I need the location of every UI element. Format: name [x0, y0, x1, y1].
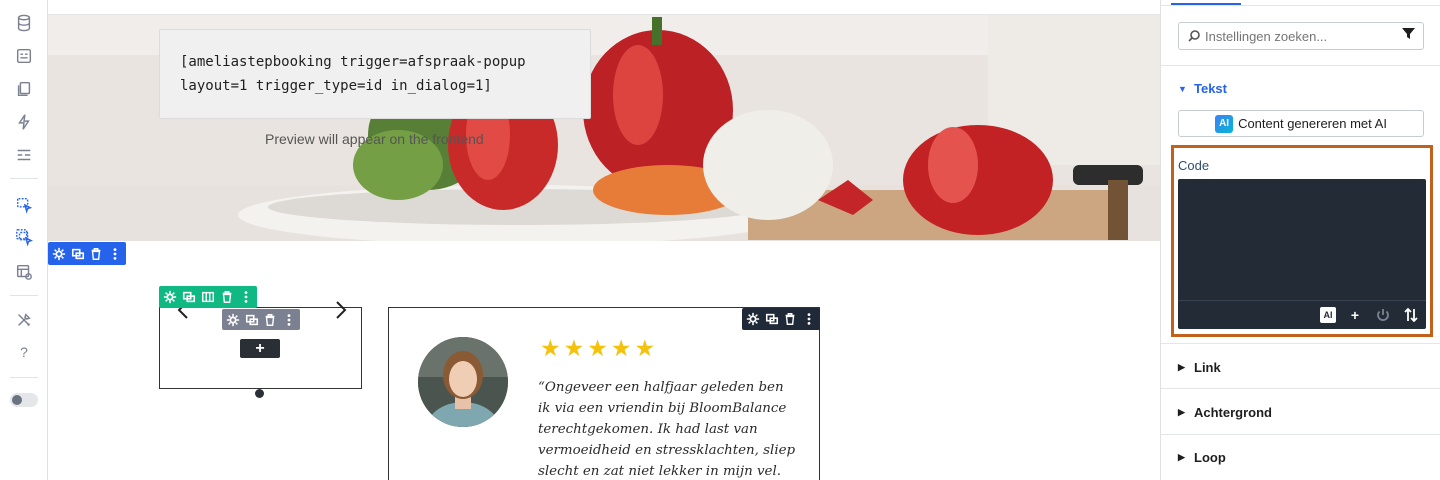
element-select-icon[interactable]: [14, 195, 34, 215]
duplicate-icon[interactable]: [71, 246, 86, 262]
multi-select-icon[interactable]: [14, 227, 34, 247]
carousel-dot[interactable]: [255, 389, 264, 398]
delete-icon[interactable]: [219, 289, 234, 305]
section-label: Loop: [1194, 450, 1226, 465]
caret-right-icon: ▶: [1178, 452, 1185, 462]
toggle-knob: [12, 395, 22, 405]
code-field-highlight: Code AI +: [1171, 145, 1433, 337]
section-achtergrond-header[interactable]: ▶ Achtergrond: [1178, 405, 1272, 420]
ai-icon: AI: [1215, 114, 1234, 133]
hero-section[interactable]: [ameliastepbooking trigger=afspraak-popu…: [48, 15, 1160, 241]
duplicate-icon[interactable]: [765, 311, 780, 327]
section-link-header[interactable]: ▶ Link: [1178, 360, 1221, 375]
section-toolbar: [48, 242, 126, 265]
lightning-icon[interactable]: [14, 112, 34, 132]
more-icon[interactable]: [802, 311, 817, 327]
caret-right-icon: ▶: [1178, 407, 1185, 417]
shortcode-line-1: [ameliastepbooking trigger=afspraak-popu…: [180, 54, 526, 70]
preview-notice: Preview will appear on the frontend: [265, 131, 484, 147]
panel-divider: [1161, 343, 1440, 344]
form-icon[interactable]: [14, 46, 34, 66]
panel-divider: [1161, 434, 1440, 435]
shortcode-line-2: layout=1 trigger_type=id in_dialog=1]: [180, 78, 492, 94]
testimonial-card[interactable]: ★ ★ ★ ★ ★ “Ongeveer een halfjaar geleden…: [388, 307, 820, 480]
theme-toggle[interactable]: [10, 393, 38, 407]
gear-icon[interactable]: [163, 289, 178, 305]
delete-icon[interactable]: [89, 246, 104, 262]
duplicate-icon[interactable]: [182, 289, 197, 305]
section-loop-header[interactable]: ▶ Loop: [1178, 450, 1226, 465]
sort-arrows-icon[interactable]: [1402, 306, 1420, 324]
filter-icon[interactable]: [1402, 27, 1415, 45]
plus-icon[interactable]: +: [1346, 306, 1364, 324]
chevron-right-icon[interactable]: [334, 300, 348, 320]
app-root: ? [ameliastepbooking trigger=afspraak-po…: [0, 0, 1440, 480]
editor-canvas: [ameliastepbooking trigger=afspraak-popu…: [48, 0, 1160, 480]
pages-icon[interactable]: [14, 79, 34, 99]
generate-content-ai-button[interactable]: AI Content genereren met AI: [1178, 110, 1424, 137]
power-icon[interactable]: [1374, 306, 1392, 324]
slide-toolbar: [222, 309, 300, 330]
caret-right-icon: ▶: [1178, 362, 1185, 372]
duplicate-icon[interactable]: [245, 312, 260, 328]
layout-icon[interactable]: [14, 145, 34, 165]
star-icon: ★: [563, 335, 585, 361]
shortcode-preview-card[interactable]: [ameliastepbooking trigger=afspraak-popu…: [159, 29, 591, 119]
template-preview-icon[interactable]: [14, 262, 34, 282]
star-icon: ★: [634, 335, 656, 361]
rail-divider: [10, 377, 38, 378]
gear-icon[interactable]: [52, 246, 67, 262]
ai-assist-icon[interactable]: AI: [1320, 307, 1336, 323]
avatar: [418, 337, 508, 427]
code-label: Code: [1178, 158, 1210, 173]
rail-divider: [10, 178, 38, 179]
caret-down-icon: ▼: [1178, 83, 1187, 94]
gear-icon[interactable]: [226, 312, 241, 328]
panel-divider: [1161, 65, 1440, 66]
more-icon[interactable]: [108, 246, 123, 262]
testimonial-quote: “Ongeveer een halfjaar geleden ben ik vi…: [538, 380, 796, 479]
left-icon-rail: ?: [0, 0, 48, 480]
settings-search-input[interactable]: Instellingen zoeken...: [1178, 22, 1424, 50]
delete-icon[interactable]: [783, 311, 798, 327]
columns-icon[interactable]: [201, 289, 216, 305]
carousel-toolbar: [159, 286, 257, 308]
more-icon[interactable]: [282, 312, 297, 328]
testimonial-toolbar: [742, 308, 820, 330]
rail-divider: [10, 295, 38, 296]
code-editor-footer: AI +: [1178, 300, 1426, 329]
star-icon: ★: [587, 335, 608, 361]
star-rating: ★ ★ ★ ★ ★: [540, 335, 656, 361]
help-icon[interactable]: ?: [14, 344, 34, 360]
code-editor[interactable]: AI +: [1178, 179, 1426, 329]
star-icon: ★: [540, 335, 561, 361]
panel-divider: [1161, 388, 1440, 389]
tools-icon[interactable]: [14, 310, 34, 330]
section-label: Achtergrond: [1194, 405, 1272, 420]
section-tekst-header[interactable]: ▼ Tekst: [1178, 81, 1227, 96]
canvas-top-strip: [48, 0, 1160, 15]
ai-button-label: Content genereren met AI: [1238, 116, 1387, 131]
panel-divider: [1161, 5, 1440, 6]
search-icon: [1187, 29, 1201, 43]
section-label: Link: [1194, 360, 1221, 375]
delete-icon[interactable]: [263, 312, 278, 328]
add-slide-button[interactable]: +: [240, 339, 280, 358]
search-placeholder: Instellingen zoeken...: [1205, 28, 1328, 44]
star-icon: ★: [610, 335, 632, 361]
settings-panel: Instellingen zoeken... ▼ Tekst AI Conten…: [1160, 0, 1440, 480]
more-icon[interactable]: [238, 289, 253, 305]
database-icon[interactable]: [14, 13, 34, 33]
gear-icon[interactable]: [746, 311, 761, 327]
section-label: Tekst: [1194, 81, 1227, 96]
